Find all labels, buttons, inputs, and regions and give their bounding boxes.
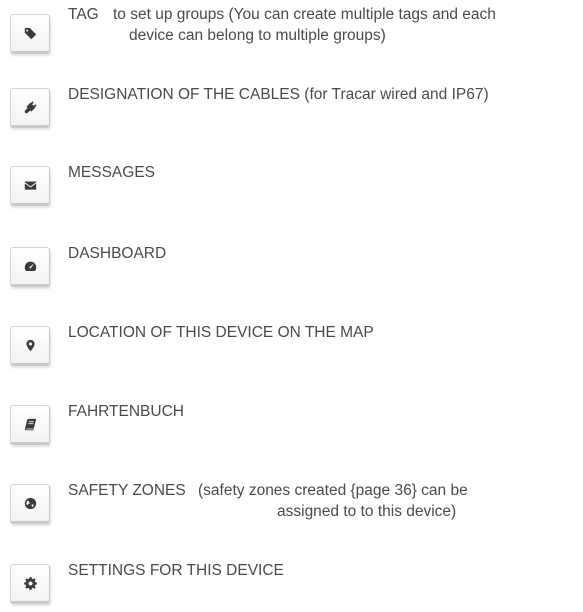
map-marker-icon bbox=[25, 339, 35, 351]
safety-zones-description-line-1: (safety zones created {page 36} can be bbox=[198, 482, 468, 499]
tag-button[interactable] bbox=[10, 14, 50, 54]
envelope-icon bbox=[24, 180, 36, 190]
tag-label: TAG bbox=[68, 6, 99, 23]
tag-description-line-2: device can belong to multiple groups) bbox=[129, 27, 386, 44]
settings-label: SETTINGS FOR THIS DEVICE bbox=[68, 562, 284, 579]
messages-label: MESSAGES bbox=[68, 164, 155, 181]
cables-label: DESIGNATION OF THE CABLES (for Tracar wi… bbox=[68, 86, 489, 103]
dashboard-label: DASHBOARD bbox=[68, 245, 167, 262]
dashboard-button[interactable] bbox=[10, 247, 50, 287]
tag-description: to set up groups (You can create multipl… bbox=[113, 4, 579, 46]
tag-description-line-1: to set up groups (You can create multipl… bbox=[113, 6, 496, 23]
globe-icon bbox=[24, 497, 36, 509]
tag-icon bbox=[24, 27, 36, 39]
safety-zones-description: (safety zones created {page 36} can be a… bbox=[198, 480, 468, 522]
fahrtenbuch-button[interactable] bbox=[10, 405, 50, 445]
gear-icon bbox=[23, 576, 37, 590]
dashboard-icon bbox=[24, 261, 36, 271]
safety-zones-label: SAFETY ZONES bbox=[68, 482, 186, 499]
plug-icon bbox=[24, 100, 37, 113]
fahrtenbuch-label: FAHRTENBUCH bbox=[68, 403, 184, 420]
cables-button[interactable] bbox=[10, 88, 50, 128]
settings-button[interactable] bbox=[10, 564, 50, 604]
safety-zones-description-line-2: assigned to to this device) bbox=[277, 503, 457, 520]
location-button[interactable] bbox=[10, 326, 50, 366]
safety-zones-button[interactable] bbox=[10, 484, 50, 524]
messages-button[interactable] bbox=[10, 166, 50, 206]
book-icon bbox=[24, 418, 36, 430]
location-label: LOCATION OF THIS DEVICE ON THE MAP bbox=[68, 324, 374, 341]
